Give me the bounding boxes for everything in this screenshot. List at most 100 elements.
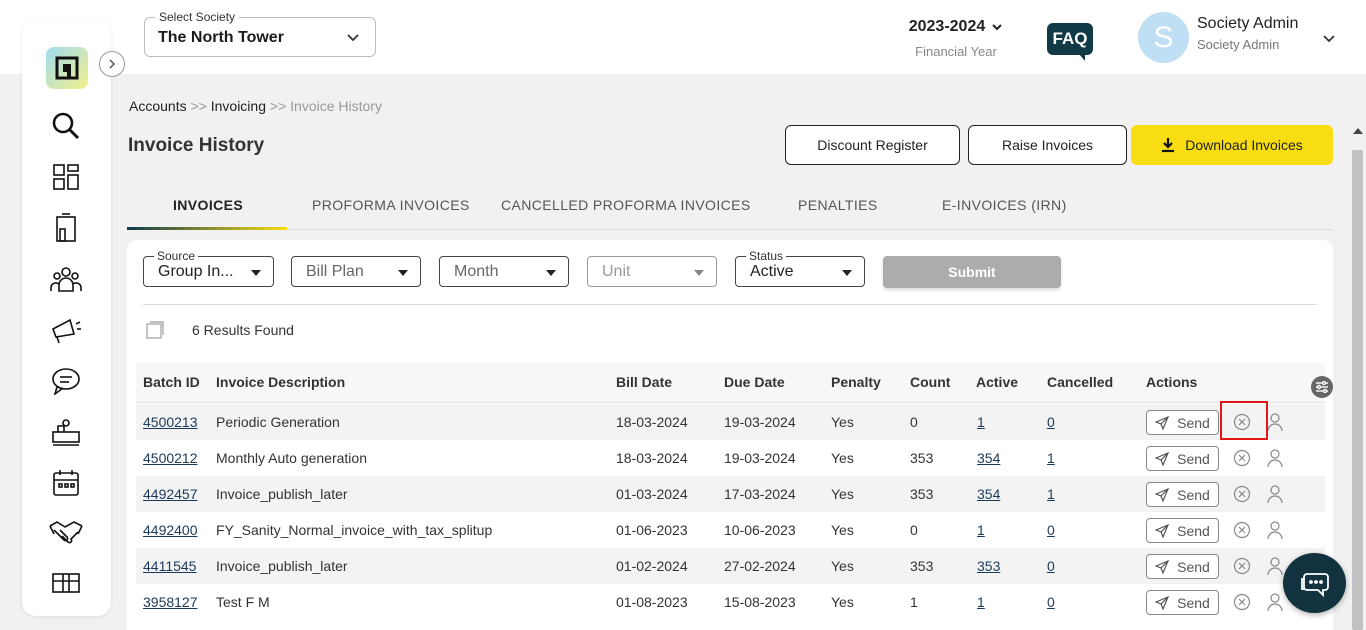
bill-date: 01-03-2024 [616,486,688,502]
header-penalty[interactable]: Penalty [831,374,881,390]
cancelled-count-link[interactable]: 1 [1047,486,1055,502]
cancel-invoice-icon[interactable] [1233,485,1251,503]
batch-id-link[interactable]: 3958127 [143,594,198,610]
invoice-description: Invoice_publish_later [216,558,348,574]
filter-panel: Source Group In... Bill Plan Month Unit … [127,240,1333,353]
active-count-link[interactable]: 354 [977,486,1000,502]
top-bar: Select Society The North Tower 2023-2024… [0,0,1366,74]
send-button[interactable]: Send [1146,410,1219,435]
user-role: Society Admin [1197,37,1280,52]
building-icon[interactable] [48,210,84,246]
scrollbar[interactable] [1349,124,1366,630]
unit-select[interactable]: Unit [587,256,717,287]
send-button[interactable]: Send [1146,590,1219,615]
cancel-invoice-icon[interactable] [1233,557,1251,575]
sidebar-toggle-button[interactable] [99,51,125,77]
discount-register-button[interactable]: Discount Register [785,125,960,165]
header-cancelled[interactable]: Cancelled [1047,374,1113,390]
cancelled-count-link[interactable]: 0 [1047,414,1055,430]
send-button[interactable]: Send [1146,554,1219,579]
send-button[interactable]: Send [1146,518,1219,543]
breadcrumb-accounts[interactable]: Accounts [129,98,187,114]
user-icon[interactable] [1267,520,1283,540]
cancelled-count-link[interactable]: 0 [1047,594,1055,610]
facility-icon[interactable] [48,414,84,450]
financial-year-selector[interactable]: 2023-2024 Financial Year [896,18,1016,59]
unit-placeholder: Unit [602,263,631,280]
download-invoices-button[interactable]: Download Invoices [1131,125,1333,165]
active-count-link[interactable]: 354 [977,450,1000,466]
send-label: Send [1177,558,1210,575]
active-count-link[interactable]: 353 [977,558,1000,574]
status-select[interactable]: Status Active [735,249,865,287]
batch-id-link[interactable]: 4500213 [143,414,198,430]
cancel-invoice-icon[interactable] [1233,521,1251,539]
dashboard-icon[interactable] [48,159,84,195]
chevron-down-icon[interactable] [1321,30,1337,46]
submit-button[interactable]: Submit [883,256,1061,288]
select-all-checkbox[interactable] [146,321,164,339]
handshake-icon[interactable] [48,514,84,550]
scroll-up-arrow-icon[interactable] [1353,128,1363,134]
search-icon[interactable] [48,108,84,144]
cancel-invoice-icon[interactable] [1233,593,1251,611]
send-icon [1155,451,1170,466]
bill-plan-select[interactable]: Bill Plan [291,256,421,287]
user-icon[interactable] [1267,448,1283,468]
send-button[interactable]: Send [1146,482,1219,507]
calendar-icon[interactable] [48,465,84,501]
tab-e-invoices[interactable]: E-INVOICES (IRN) [942,197,1067,213]
logo[interactable] [46,47,88,89]
active-count-link[interactable]: 1 [977,522,985,538]
tab-invoices[interactable]: INVOICES [173,197,243,213]
send-label: Send [1177,414,1210,431]
download-icon [1162,138,1175,153]
tab-penalties[interactable]: PENALTIES [798,197,878,213]
header-due-date[interactable]: Due Date [724,374,785,390]
cancelled-count-link[interactable]: 0 [1047,522,1055,538]
user-icon[interactable] [1267,484,1283,504]
cancel-invoice-icon[interactable] [1233,449,1251,467]
scrollbar-thumb[interactable] [1352,150,1363,630]
active-count-link[interactable]: 1 [977,594,985,610]
caret-down-icon [546,270,556,276]
header-batch-id[interactable]: Batch ID [143,374,200,390]
send-label: Send [1177,486,1210,503]
cancelled-count-link[interactable]: 1 [1047,450,1055,466]
batch-id-link[interactable]: 4492457 [143,486,198,502]
chat-support-button[interactable] [1283,553,1346,613]
financial-year-value: 2023-2024 [908,18,986,35]
source-select[interactable]: Source Group In... [143,249,274,287]
user-info[interactable]: Society Admin Society Admin [1197,15,1298,52]
user-icon[interactable] [1267,412,1283,432]
header-active[interactable]: Active [976,374,1018,390]
avatar[interactable]: S [1138,12,1189,63]
cancelled-count-link[interactable]: 0 [1047,558,1055,574]
batch-id-link[interactable]: 4411545 [143,558,196,574]
active-count-link[interactable]: 1 [977,414,985,430]
tab-proforma-invoices[interactable]: PROFORMA INVOICES [312,197,470,213]
header-invoice-description[interactable]: Invoice Description [216,374,345,390]
breadcrumb-invoicing[interactable]: Invoicing [211,98,266,114]
batch-id-link[interactable]: 4492400 [143,522,198,538]
megaphone-icon[interactable] [48,312,84,348]
user-icon[interactable] [1267,592,1283,612]
bill-date: 18-03-2024 [616,414,688,430]
invoice-description: Invoice_publish_later [216,486,348,502]
box-icon[interactable] [48,563,84,599]
send-button[interactable]: Send [1146,446,1219,471]
faq-button[interactable]: FAQ [1047,23,1093,61]
chat-icon[interactable] [48,363,84,399]
column-settings-icon[interactable] [1311,376,1333,398]
header-count[interactable]: Count [910,374,950,390]
tab-cancelled-proforma-invoices[interactable]: CANCELLED PROFORMA INVOICES [501,197,751,213]
user-icon[interactable] [1267,556,1283,576]
month-select[interactable]: Month [439,256,569,287]
count: 353 [910,486,934,502]
month-placeholder: Month [454,263,499,280]
raise-invoices-button[interactable]: Raise Invoices [968,125,1127,165]
header-bill-date[interactable]: Bill Date [616,374,672,390]
people-icon[interactable] [48,261,84,297]
batch-id-link[interactable]: 4500212 [143,450,198,466]
society-select[interactable]: Select Society The North Tower [144,10,376,57]
